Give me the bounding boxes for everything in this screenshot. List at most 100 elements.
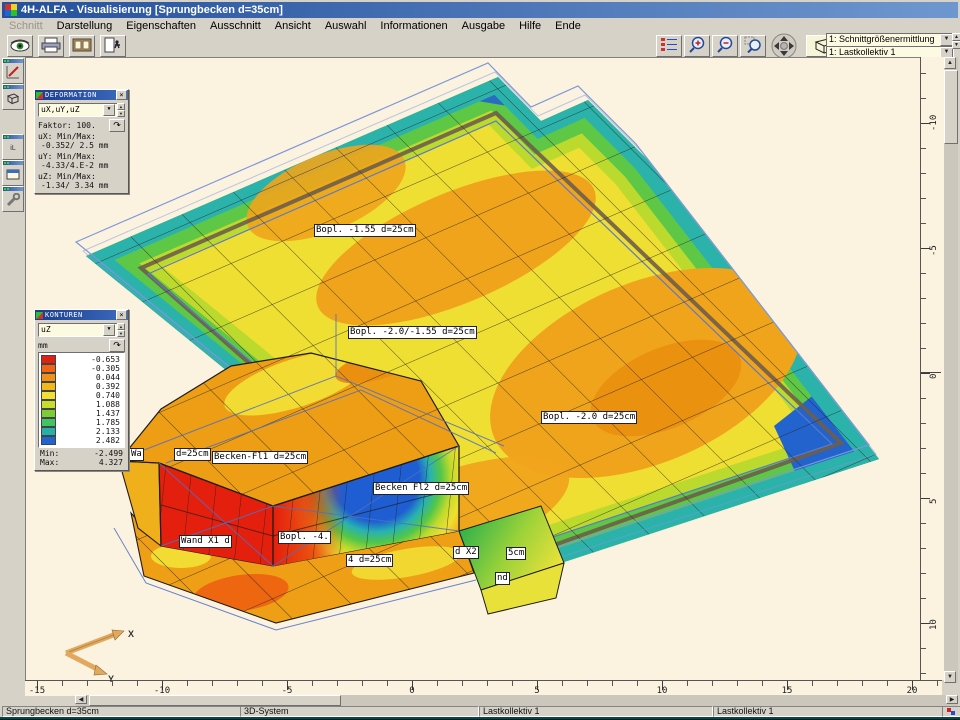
exit-door-button[interactable]: [100, 35, 126, 57]
horizontal-scroll-thumb[interactable]: [89, 695, 341, 706]
zoom-in-button[interactable]: [684, 35, 710, 57]
model-label: Becken-Fl1 d=25cm: [212, 451, 308, 464]
chevron-down-icon[interactable]: ▼: [103, 324, 115, 336]
faktor-row: Faktor: 100. ↷: [35, 119, 128, 131]
zoom-window-button[interactable]: [740, 35, 766, 57]
model-label: d=25cm: [174, 448, 211, 461]
model-label: nd: [495, 572, 510, 585]
uy-minmax-label: uY: Min/Max:: [35, 151, 128, 161]
menu-item-ende[interactable]: Ende: [548, 20, 588, 32]
close-icon[interactable]: ×: [116, 90, 127, 100]
status-loadcase2: Lastkollektiv 1: [713, 706, 943, 717]
panel-glyph-icon: [36, 92, 43, 99]
zoom-window-icon: [744, 36, 762, 56]
panel-glyph-icon: [36, 312, 43, 319]
door-exit-icon: [103, 37, 123, 56]
legend-swatch: [41, 400, 56, 409]
uz-minmax-label: uZ: Min/Max:: [35, 171, 128, 181]
wrench-icon: [3, 191, 23, 209]
legend-swatch: [41, 418, 56, 427]
scroll-left-icon[interactable]: ◀: [75, 695, 87, 704]
legend-max: Max:4.327: [35, 458, 128, 470]
redraw-button[interactable]: ↷: [109, 119, 125, 132]
menu-item-informationen[interactable]: Informationen: [373, 20, 454, 32]
model-label: Bopl. -2.0/-1.55 d=25cm: [348, 326, 477, 339]
model-label: Bopl. -1.55 d=25cm: [314, 224, 416, 237]
close-icon[interactable]: ×: [116, 310, 127, 320]
legend-swatch: [41, 382, 56, 391]
horizontal-scrollbar[interactable]: ◀ ▶: [75, 695, 958, 706]
ruler-label: 5: [929, 499, 939, 504]
legend-swatch: [41, 364, 56, 373]
scroll-up-icon[interactable]: ▲: [944, 57, 956, 69]
eye-icon: [10, 38, 30, 55]
menu-item-ausgabe[interactable]: Ausgabe: [455, 20, 512, 32]
status-indicator-icon: [942, 706, 960, 717]
panel-icon: [3, 165, 23, 183]
contour-legend: -0.653 -0.305 0.044 0.392 0.740 1.088 1.…: [38, 352, 125, 448]
redraw-button[interactable]: ↷: [109, 339, 125, 352]
model-label: Wand X1 d: [179, 535, 232, 548]
menu-bar: Schnitt Darstellung Eigenschaften Aussch…: [2, 18, 958, 33]
spinner[interactable]: ▲▼: [117, 323, 125, 335]
status-system: 3D-System: [240, 706, 479, 717]
model-label: Becken Fl2 d=25cm: [373, 482, 469, 495]
legend-swatch: [41, 373, 56, 382]
deformation-component-combo[interactable]: uX,uY,uZ ▼ ▲▼: [38, 103, 125, 117]
menu-item-schnitt: Schnitt: [2, 20, 50, 32]
status-loadcase1: Lastkollektiv 1: [479, 706, 713, 717]
preview-eye-button[interactable]: [7, 35, 33, 57]
menu-item-auswahl[interactable]: Auswahl: [318, 20, 374, 32]
window-title: 4H-ALFA - Visualisierung [Sprungbecken d…: [21, 4, 283, 16]
toolbox-panel[interactable]: [2, 160, 24, 186]
konturen-panel-titlebar[interactable]: KONTUREN ×: [35, 310, 128, 320]
ux-minmax-value: -0.352/ 2.5 mm: [35, 141, 128, 151]
vertical-scroll-thumb[interactable]: [944, 70, 958, 144]
cube-icon: [3, 89, 23, 107]
axis-x-label: X: [128, 629, 134, 639]
menu-item-hilfe[interactable]: Hilfe: [512, 20, 548, 32]
zoom-out-button[interactable]: [712, 35, 738, 57]
scroll-right-icon[interactable]: ▶: [946, 695, 958, 704]
model-label: Wa: [129, 448, 144, 461]
print-button[interactable]: [38, 35, 64, 57]
toolbox-draw-settings[interactable]: [2, 58, 24, 84]
title-bar[interactable]: 4H-ALFA - Visualisierung [Sprungbecken d…: [2, 2, 958, 18]
toolbox-3d-box[interactable]: [2, 84, 24, 110]
analysis-combo[interactable]: 1: Schnittgrößenermittlung ▼: [826, 33, 954, 47]
drawing-canvas[interactable]: Bopl. -1.55 d=25cm Bopl. -2.0/-1.55 d=25…: [25, 57, 921, 681]
vertical-scrollbar[interactable]: ▲ ▼: [944, 57, 958, 683]
status-model: Sprungbecken d=35cm: [2, 706, 241, 717]
legend-icon: iL: [3, 139, 23, 157]
chevron-down-icon[interactable]: ▼: [103, 104, 115, 116]
left-toolbox: iL: [0, 57, 24, 720]
book-icon: [72, 37, 92, 56]
scene-3d: [26, 58, 921, 681]
model-label: Bopl. -4.: [278, 531, 331, 544]
menu-item-eigenschaften[interactable]: Eigenschaften: [119, 20, 203, 32]
menu-item-darstellung[interactable]: Darstellung: [50, 20, 120, 32]
loadcase-spinner[interactable]: ▲▼: [952, 33, 960, 49]
menu-item-ansicht[interactable]: Ansicht: [268, 20, 318, 32]
konturen-component-combo[interactable]: uZ ▼ ▲▼: [38, 323, 125, 337]
report-book-button[interactable]: [69, 35, 95, 57]
result-list-button[interactable]: [656, 35, 682, 57]
spinner[interactable]: ▲▼: [117, 103, 125, 115]
deformation-panel-titlebar[interactable]: DEFORMATION ×: [35, 90, 128, 100]
toolbox-legend[interactable]: iL: [2, 134, 24, 160]
axis-triad: X Y: [36, 623, 146, 683]
toolbox-tools[interactable]: [2, 186, 24, 212]
ruler-label: -10: [929, 115, 939, 131]
zoom-out-icon: [716, 36, 734, 56]
scroll-down-icon[interactable]: ▼: [944, 671, 956, 683]
legend-swatch: [41, 436, 56, 445]
horizontal-ruler: -15 -10 -5 0 5 10 15 20: [25, 680, 942, 696]
konturen-panel: KONTUREN × uZ ▼ ▲▼ mm ↷ -0.653 -0.305 0.…: [34, 309, 129, 471]
menu-item-ausschnitt[interactable]: Ausschnitt: [203, 20, 268, 32]
app-icon: [5, 4, 17, 16]
unit-row: mm ↷: [35, 339, 128, 351]
legend-swatch: [41, 391, 56, 400]
uy-minmax-value: -4.33/4.E-2 mm: [35, 161, 128, 171]
ruler-label: -5: [929, 245, 939, 256]
legend-swatch: [41, 409, 56, 418]
